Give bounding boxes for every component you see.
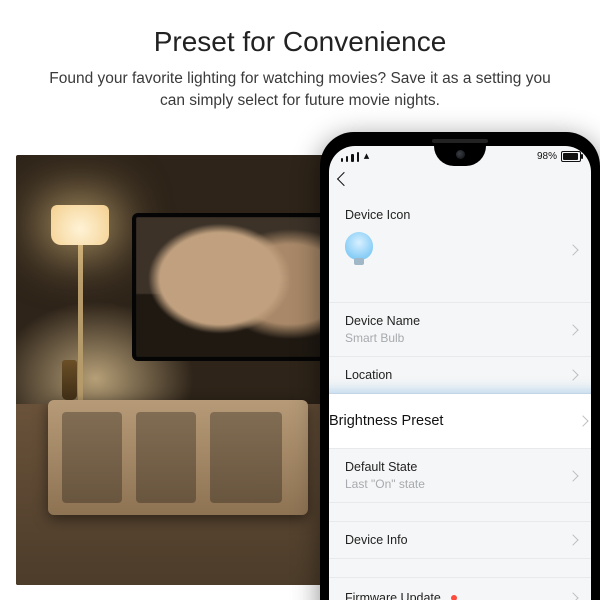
label-brightness-preset: Brightness Preset [329,413,443,429]
label-default-state: Default State [345,460,575,474]
value-default-state: Last "On" state [345,477,575,491]
value-device-name: Smart Bulb [345,331,575,345]
label-firmware-update: Firmware Update [345,591,441,600]
row-location[interactable]: Location [329,356,591,393]
signal-icon: ▴ [341,151,369,162]
hero-title: Preset for Convenience [0,26,600,58]
phone-frame: ▴ 98% Device Icon Device Name [320,132,600,600]
row-device-icon[interactable]: Device Icon [329,198,591,302]
row-device-info[interactable]: Device Info [329,521,591,558]
label-location: Location [345,368,575,382]
update-badge-icon [451,595,457,600]
bulb-icon [345,232,373,260]
label-device-icon: Device Icon [345,208,575,222]
label-device-info: Device Info [345,533,575,547]
row-firmware-update[interactable]: Firmware Update [329,577,591,600]
chevron-right-icon [577,415,588,426]
battery-percent: 98% [537,151,557,162]
back-button[interactable] [337,172,351,186]
chevron-right-icon [567,592,578,600]
row-device-name[interactable]: Device Name Smart Bulb [329,302,591,356]
row-default-state[interactable]: Default State Last "On" state [329,448,591,502]
row-brightness-preset[interactable]: Brightness Preset [329,394,591,448]
wifi-icon: ▴ [364,151,370,162]
label-device-name: Device Name [345,314,575,328]
hero-subtitle: Found your favorite lighting for watchin… [45,68,555,113]
battery-icon [561,151,581,162]
phone-screen: ▴ 98% Device Icon Device Name [329,146,591,600]
status-bar: ▴ 98% [329,146,591,170]
